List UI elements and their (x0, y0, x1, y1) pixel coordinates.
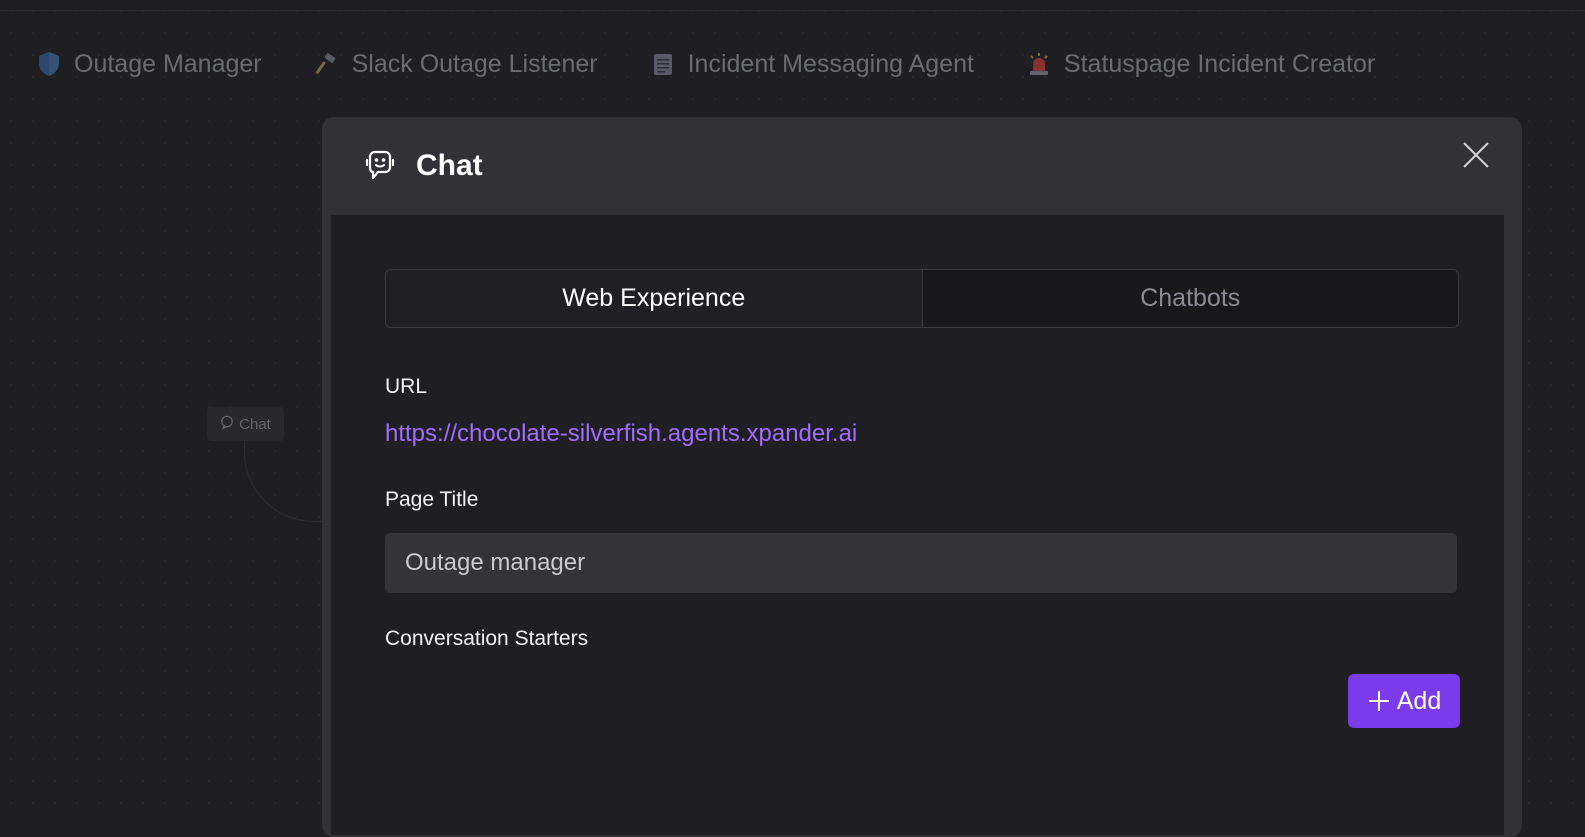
agent-tab-statuspage-incident-creator[interactable]: Statuspage Incident Creator (1026, 50, 1375, 79)
agent-tab-label: Slack Outage Listener (351, 49, 598, 78)
chat-modal: Chat Web Experience Chatbots URL https:/… (322, 117, 1522, 837)
siren-icon (1026, 51, 1052, 77)
tab-chatbots[interactable]: Chatbots (921, 270, 1458, 327)
agent-tab-label: Incident Messaging Agent (687, 49, 974, 78)
agent-tab-incident-messaging-agent[interactable]: Incident Messaging Agent (650, 50, 974, 79)
agent-tabs-bar: Outage Manager Slack Outage Listener Inc… (36, 44, 1427, 84)
add-conversation-starter-button[interactable]: Add (1348, 674, 1460, 728)
shield-icon (36, 51, 62, 77)
url-label: URL (385, 375, 428, 398)
close-icon[interactable] (1458, 137, 1494, 173)
agent-tab-label: Outage Manager (74, 49, 262, 78)
modal-title: Chat (416, 149, 483, 182)
add-button-label: Add (1396, 686, 1442, 715)
canvas-node-label: Chat (239, 415, 271, 433)
url-link[interactable]: https://chocolate-silverfish.agents.xpan… (385, 420, 857, 448)
notepad-icon (650, 51, 676, 77)
top-divider (0, 10, 1585, 11)
agent-tab-slack-outage-listener[interactable]: Slack Outage Listener (314, 50, 598, 79)
hammer-icon (314, 51, 340, 77)
chat-bubble-icon (220, 415, 234, 433)
conversation-starters-label: Conversation Starters (385, 627, 589, 650)
chatbot-icon (365, 150, 395, 180)
page-title-label: Page Title (385, 488, 479, 511)
tab-web-experience[interactable]: Web Experience (386, 270, 922, 327)
channel-tabs: Web Experience Chatbots (385, 269, 1459, 328)
modal-body: Web Experience Chatbots URL https://choc… (331, 215, 1504, 835)
plus-icon (1368, 691, 1389, 711)
modal-header: Chat (322, 117, 1522, 215)
page-title-input[interactable] (385, 533, 1457, 593)
agent-tab-label: Statuspage Incident Creator (1063, 49, 1376, 78)
canvas-chat-node[interactable]: Chat (207, 407, 284, 441)
agent-tab-outage-manager[interactable]: Outage Manager (36, 50, 262, 79)
